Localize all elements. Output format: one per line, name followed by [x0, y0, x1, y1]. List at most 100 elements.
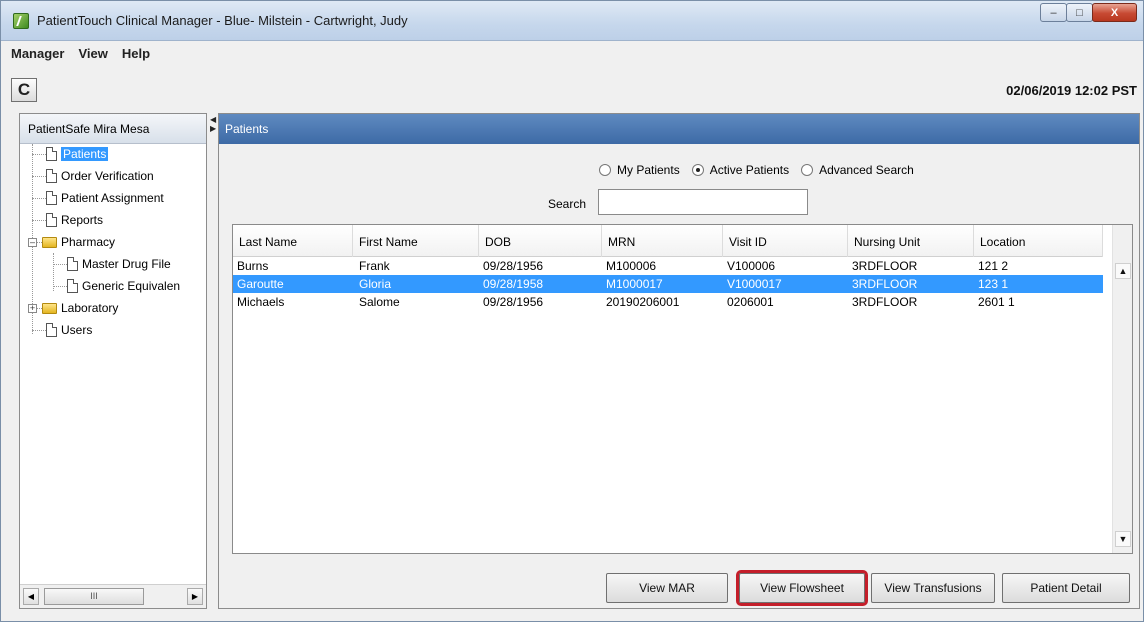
- document-icon: [46, 169, 57, 183]
- column-header-dob[interactable]: DOB: [479, 225, 602, 257]
- table-row-selected[interactable]: Garoutte Gloria 09/28/1958 M1000017 V100…: [233, 275, 1103, 293]
- cell-visit-id: V1000017: [727, 277, 782, 291]
- scroll-thumb[interactable]: III: [44, 588, 144, 605]
- column-header-nursing-unit[interactable]: Nursing Unit: [848, 225, 974, 257]
- cell-nursing-unit: 3RDFLOOR: [852, 277, 918, 291]
- window-title: PatientTouch Clinical Manager - Blue- Mi…: [37, 13, 408, 28]
- maximize-button[interactable]: □: [1066, 3, 1093, 22]
- cell-visit-id: 0206001: [727, 295, 774, 309]
- document-icon: [46, 213, 57, 227]
- nav-item-label: Users: [61, 323, 93, 337]
- cell-dob: 09/28/1956: [483, 259, 544, 273]
- nav-item-label: Pharmacy: [61, 235, 116, 249]
- splitter-expand-icon: ▶: [210, 124, 217, 133]
- cell-location: 123 1: [978, 277, 1009, 291]
- table-vertical-scrollbar[interactable]: ▲ ▼: [1112, 225, 1132, 553]
- folder-icon: [42, 236, 57, 248]
- search-label: Search: [548, 197, 587, 211]
- table-header: Last Name First Name DOB MRN Visit ID Nu…: [233, 225, 1103, 257]
- table-row[interactable]: Michaels Salome 09/28/1956 20190206001 0…: [233, 293, 1103, 311]
- nav-item-patient-assignment[interactable]: Patient Assignment: [46, 189, 164, 207]
- nav-item-label: Generic Equivalen: [82, 279, 181, 293]
- nav-horizontal-scrollbar[interactable]: ◀ III ▶: [20, 584, 206, 608]
- column-header-location[interactable]: Location: [974, 225, 1103, 257]
- patients-table: Last Name First Name DOB MRN Visit ID Nu…: [232, 224, 1133, 554]
- menu-help[interactable]: Help: [122, 46, 150, 61]
- patients-panel-header: Patients: [219, 114, 1139, 144]
- radio-my-patients[interactable]: My Patients: [599, 163, 680, 177]
- cell-first-name: Frank: [359, 259, 390, 273]
- search-input[interactable]: [598, 189, 808, 215]
- cell-mrn: 20190206001: [606, 295, 680, 309]
- document-icon: [46, 323, 57, 337]
- refresh-button[interactable]: C: [11, 78, 37, 102]
- column-header-last-name[interactable]: Last Name: [233, 225, 353, 257]
- nav-panel-header: PatientSafe Mira Mesa: [20, 114, 206, 144]
- document-icon: [46, 147, 57, 161]
- radio-button-icon: [599, 164, 611, 176]
- nav-item-label: Patient Assignment: [61, 191, 164, 205]
- menu-bar: Manager View Help: [1, 42, 1143, 64]
- nav-item-pharmacy[interactable]: Pharmacy: [42, 233, 115, 251]
- table-row[interactable]: Burns Frank 09/28/1956 M100006 V100006 3…: [233, 257, 1103, 275]
- radio-active-patients[interactable]: Active Patients: [691, 163, 790, 177]
- scroll-up-icon[interactable]: ▲: [1115, 263, 1131, 279]
- cell-visit-id: V100006: [727, 259, 776, 273]
- view-transfusions-button[interactable]: View Transfusions: [871, 573, 995, 603]
- nav-item-reports[interactable]: Reports: [46, 211, 103, 229]
- cell-nursing-unit: 3RDFLOOR: [852, 259, 918, 273]
- column-header-mrn[interactable]: MRN: [602, 225, 723, 257]
- collapse-pharmacy-icon[interactable]: –: [28, 238, 37, 247]
- patient-detail-button[interactable]: Patient Detail: [1002, 573, 1130, 603]
- view-flowsheet-button[interactable]: View Flowsheet: [736, 570, 868, 606]
- menu-view[interactable]: View: [78, 46, 107, 61]
- nav-item-generic-equivalents[interactable]: Generic Equivalen: [67, 277, 180, 295]
- cell-first-name: Gloria: [359, 277, 392, 291]
- column-header-visit-id[interactable]: Visit ID: [723, 225, 848, 257]
- app-logo-icon: [13, 13, 29, 29]
- view-mar-button[interactable]: View MAR: [606, 573, 728, 603]
- radio-label: Active Patients: [709, 163, 790, 177]
- scroll-right-icon[interactable]: ▶: [187, 588, 203, 605]
- nav-panel: PatientSafe Mira Mesa Patients Order Ver…: [19, 113, 207, 609]
- cell-last-name: Michaels: [237, 295, 285, 309]
- minimize-button[interactable]: –: [1040, 3, 1067, 22]
- radio-label: My Patients: [617, 163, 680, 177]
- title-bar: PatientTouch Clinical Manager - Blue- Mi…: [1, 1, 1143, 41]
- expand-laboratory-icon[interactable]: +: [28, 304, 37, 313]
- patients-grid: Last Name First Name DOB MRN Visit ID Nu…: [233, 225, 1103, 311]
- menu-manager[interactable]: Manager: [11, 46, 64, 61]
- scroll-left-icon[interactable]: ◀: [23, 588, 39, 605]
- refresh-icon: C: [17, 80, 31, 99]
- nav-item-patients[interactable]: Patients: [46, 145, 109, 163]
- nav-item-order-verification[interactable]: Order Verification: [46, 167, 154, 185]
- radio-advanced-search[interactable]: Advanced Search: [801, 163, 914, 177]
- document-icon: [67, 257, 78, 271]
- cell-last-name: Garoutte: [237, 277, 284, 291]
- radio-button-icon: [801, 164, 814, 176]
- nav-item-users[interactable]: Users: [46, 321, 92, 339]
- cell-first-name: Salome: [359, 295, 400, 309]
- cell-mrn: M100006: [606, 259, 657, 273]
- nav-item-label: Patients: [61, 147, 109, 161]
- cell-dob: 09/28/1956: [483, 295, 544, 309]
- cell-location: 2601 1: [978, 295, 1015, 309]
- document-icon: [46, 191, 57, 205]
- cell-location: 121 2: [978, 259, 1009, 273]
- close-button[interactable]: X: [1092, 3, 1137, 22]
- radio-button-checked-icon: [691, 164, 704, 176]
- nav-item-laboratory[interactable]: Laboratory: [42, 299, 118, 317]
- document-icon: [67, 279, 78, 293]
- folder-icon: [42, 302, 57, 314]
- panel-splitter[interactable]: ◀ ▶: [210, 115, 216, 133]
- scroll-down-icon[interactable]: ▼: [1115, 531, 1131, 547]
- column-header-first-name[interactable]: First Name: [353, 225, 479, 257]
- nav-item-label: Laboratory: [61, 301, 119, 315]
- nav-item-label: Reports: [61, 213, 104, 227]
- radio-label: Advanced Search: [819, 163, 914, 177]
- nav-tree: Patients Order Verification Patient Assi…: [20, 144, 206, 582]
- app-window: PatientTouch Clinical Manager - Blue- Mi…: [0, 0, 1144, 622]
- splitter-collapse-icon: ◀: [210, 115, 217, 124]
- nav-item-master-drug-file[interactable]: Master Drug File: [67, 255, 171, 273]
- window-controls: – □ X: [1040, 3, 1137, 22]
